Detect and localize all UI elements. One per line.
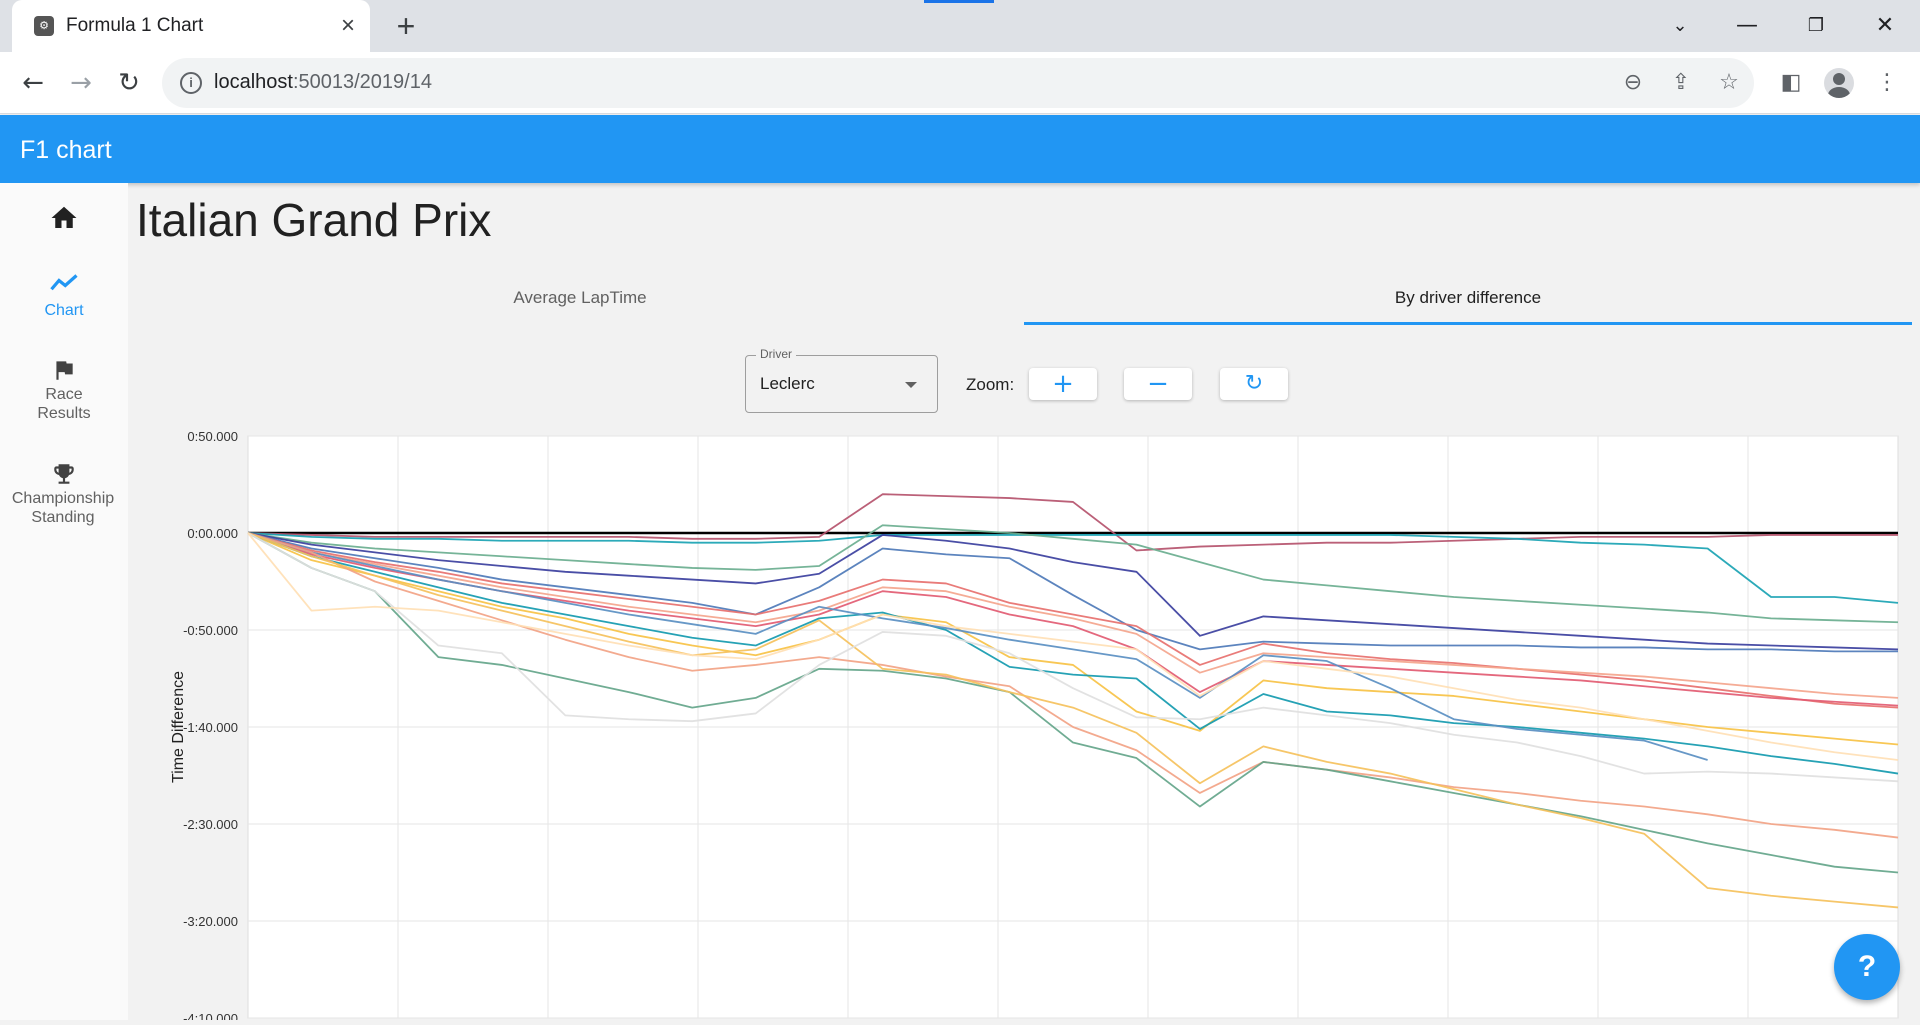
view-tabs: Average LapTime By driver difference [136,271,1912,325]
tab-search-chevron-icon[interactable]: ⌄ [1660,6,1700,46]
y-tick-label: 0:00.000 [187,526,238,541]
driver-select-value: Leclerc [760,374,815,393]
zoom-out-magnifier-icon[interactable]: ⊖ [1618,68,1648,98]
home-icon [51,206,77,228]
flag-icon [56,361,73,380]
rail-label-race-results: Race Results [37,386,91,422]
trophy-icon [54,464,74,484]
url-text[interactable]: localhost:50013/2019/14 [214,71,432,94]
url-path: :50013/2019/14 [292,71,432,93]
zoom-reset-button[interactable]: ↻ [1220,368,1288,400]
address-bar[interactable]: i localhost:50013/2019/14 ⊖ ⇪ ☆ [162,58,1754,108]
minimize-icon[interactable]: — [1727,6,1767,46]
reload-icon[interactable]: ↻ [110,64,148,102]
rail-label-championship-standing: Championship Standing [11,490,115,526]
bookmark-star-icon[interactable]: ☆ [1714,68,1744,98]
f1-favicon-icon: ⚙ [34,16,54,36]
back-arrow-icon[interactable]: ← [14,64,52,102]
chart-line-icon [50,274,78,291]
page-title: Italian Grand Prix [136,194,492,246]
refresh-icon: ↻ [1244,371,1264,396]
site-info-icon[interactable]: i [180,72,202,94]
new-tab-icon[interactable]: + [388,8,424,44]
app-title: F1 chart [20,136,112,164]
y-tick-label: -0:50.000 [183,623,238,638]
y-tick-label: 0:50.000 [187,429,238,444]
y-axis-title: Time Difference [170,670,187,784]
profile-avatar-icon[interactable] [1824,68,1854,98]
app-bar: F1 chart [0,115,1920,183]
rail-item-home[interactable] [0,203,128,233]
restore-icon[interactable]: ❐ [1796,6,1836,46]
plus-icon: + [1052,369,1074,399]
more-menu-icon[interactable]: ⋮ [1868,64,1906,102]
close-window-icon[interactable]: ✕ [1865,6,1905,46]
zoom-in-button[interactable]: + [1029,368,1097,400]
rail-item-championship-standing[interactable]: Championship Standing [0,461,128,527]
driver-select-label: Driver [756,347,796,361]
browser-tab[interactable]: ⚙ Formula 1 Chart × [12,0,370,52]
side-panel-icon[interactable]: ◧ [1772,64,1810,102]
tab-average-laptime[interactable]: Average LapTime [136,271,1024,325]
rail-item-chart[interactable]: Chart [0,271,128,320]
help-button[interactable]: ? [1834,934,1900,1000]
browser-toolbar: ← → ↻ i localhost:50013/2019/14 ⊖ ⇪ ☆ ◧ … [0,52,1920,114]
driver-difference-chart: Time Difference 0:50.000 0:00.000 -0:50.00… [128,428,1920,1025]
driver-select[interactable]: Driver Leclerc [745,347,938,413]
browser-tabstrip: ⚙ Formula 1 Chart × + ⌄ — ❐ ✕ [0,0,1920,52]
rail-item-race-results[interactable]: Race Results [0,357,128,423]
y-tick-label: -2:30.000 [183,817,238,832]
tab-title: Formula 1 Chart [66,15,204,36]
url-host: localhost [214,71,293,93]
y-tick-label: -3:20.000 [183,914,238,929]
share-icon[interactable]: ⇪ [1666,68,1696,98]
navigation-rail: Chart Race Results Championship Standing [0,183,128,1020]
dropdown-caret-icon [905,382,917,388]
minus-icon: − [1147,369,1169,399]
forward-arrow-icon[interactable]: → [62,64,100,102]
tab-close-icon[interactable]: × [334,12,362,40]
y-tick-label: -4:10.000 [183,1011,238,1020]
main-content: Italian Grand Prix Average LapTime By dr… [128,183,1920,1025]
zoom-label: Zoom: [966,375,1015,394]
tab-by-driver-difference[interactable]: By driver difference [1024,271,1912,325]
chart-svg: 0:50.000 0:00.000 -0:50.000 -1:40.000 -2:30.… [183,429,1899,1025]
zoom-out-button[interactable]: − [1124,368,1192,400]
tabstrip-accent [924,0,994,3]
y-tick-label: -1:40.000 [183,720,238,735]
rail-label-chart: Chart [44,302,84,319]
